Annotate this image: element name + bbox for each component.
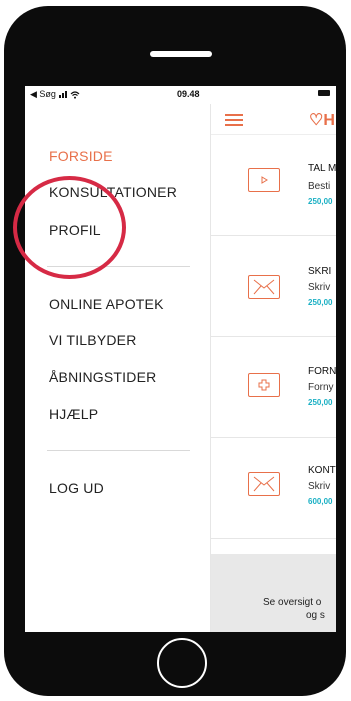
service-card[interactable]: KONT Skriv 600,00 (211, 438, 336, 539)
envelope-icon (248, 275, 280, 299)
service-card[interactable]: FORN Forny 250,00 (211, 337, 336, 438)
card-subtitle: Forny (308, 382, 334, 393)
card-title: KONT (308, 465, 336, 476)
service-card[interactable]: SKRI Skriv 250,00 (211, 236, 336, 337)
speaker-grille (150, 51, 212, 57)
menu-item-forside[interactable]: FORSIDE (49, 148, 113, 164)
card-price: 250,00 (308, 398, 333, 407)
signal-icon (58, 91, 67, 98)
card-price: 250,00 (308, 298, 333, 307)
heart-icon: ♡ (309, 112, 324, 129)
battery-icon (318, 90, 330, 96)
card-price: 250,00 (308, 197, 333, 206)
overview-text-line1: Se oversigt o (263, 597, 322, 608)
home-button[interactable] (157, 638, 207, 688)
card-subtitle: Besti (308, 181, 331, 192)
card-title: SKRI (308, 266, 332, 277)
card-price: 600,00 (308, 497, 333, 506)
wifi-icon (70, 90, 80, 99)
plus-cross-icon (248, 373, 280, 397)
back-to-search-link[interactable]: ◀ Søg (30, 89, 56, 100)
hamburger-menu-icon[interactable] (225, 114, 243, 126)
play-video-icon (248, 168, 280, 192)
menu-item-hjaelp[interactable]: HJÆLP (49, 406, 98, 422)
app-logo-text: H (323, 112, 335, 129)
menu-item-log-ud[interactable]: LOG UD (49, 480, 104, 496)
menu-item-vi-tilbyder[interactable]: VI TILBYDER (49, 332, 137, 348)
menu-divider (47, 450, 190, 451)
overview-text-line2: og s (306, 610, 325, 621)
overview-banner[interactable]: Se oversigt o og s (211, 554, 336, 632)
card-subtitle: Skriv (308, 282, 331, 293)
app-screen: ◀ Søg 09.48 FORSIDE KONSULTATIONER PROFI… (25, 86, 336, 632)
main-content: ♡H TAL M Besti 250,00 SKRI Skriv 250,00 (210, 104, 336, 632)
annotation-circle (13, 176, 126, 279)
envelope-icon (248, 472, 280, 496)
card-title: TAL M (308, 163, 336, 174)
menu-item-online-apotek[interactable]: ONLINE APOTEK (49, 296, 164, 312)
menu-item-abningstider[interactable]: ÅBNINGSTIDER (49, 369, 156, 385)
status-bar: ◀ Søg 09.48 (25, 86, 336, 104)
status-time: 09.48 (177, 89, 200, 99)
phone-frame: ◀ Søg 09.48 FORSIDE KONSULTATIONER PROFI… (4, 6, 346, 696)
app-header: ♡H (211, 104, 336, 135)
service-card[interactable]: TAL M Besti 250,00 (211, 135, 336, 236)
card-subtitle: Skriv (308, 481, 331, 492)
card-title: FORN (308, 366, 336, 377)
app-logo: ♡H (309, 110, 335, 130)
